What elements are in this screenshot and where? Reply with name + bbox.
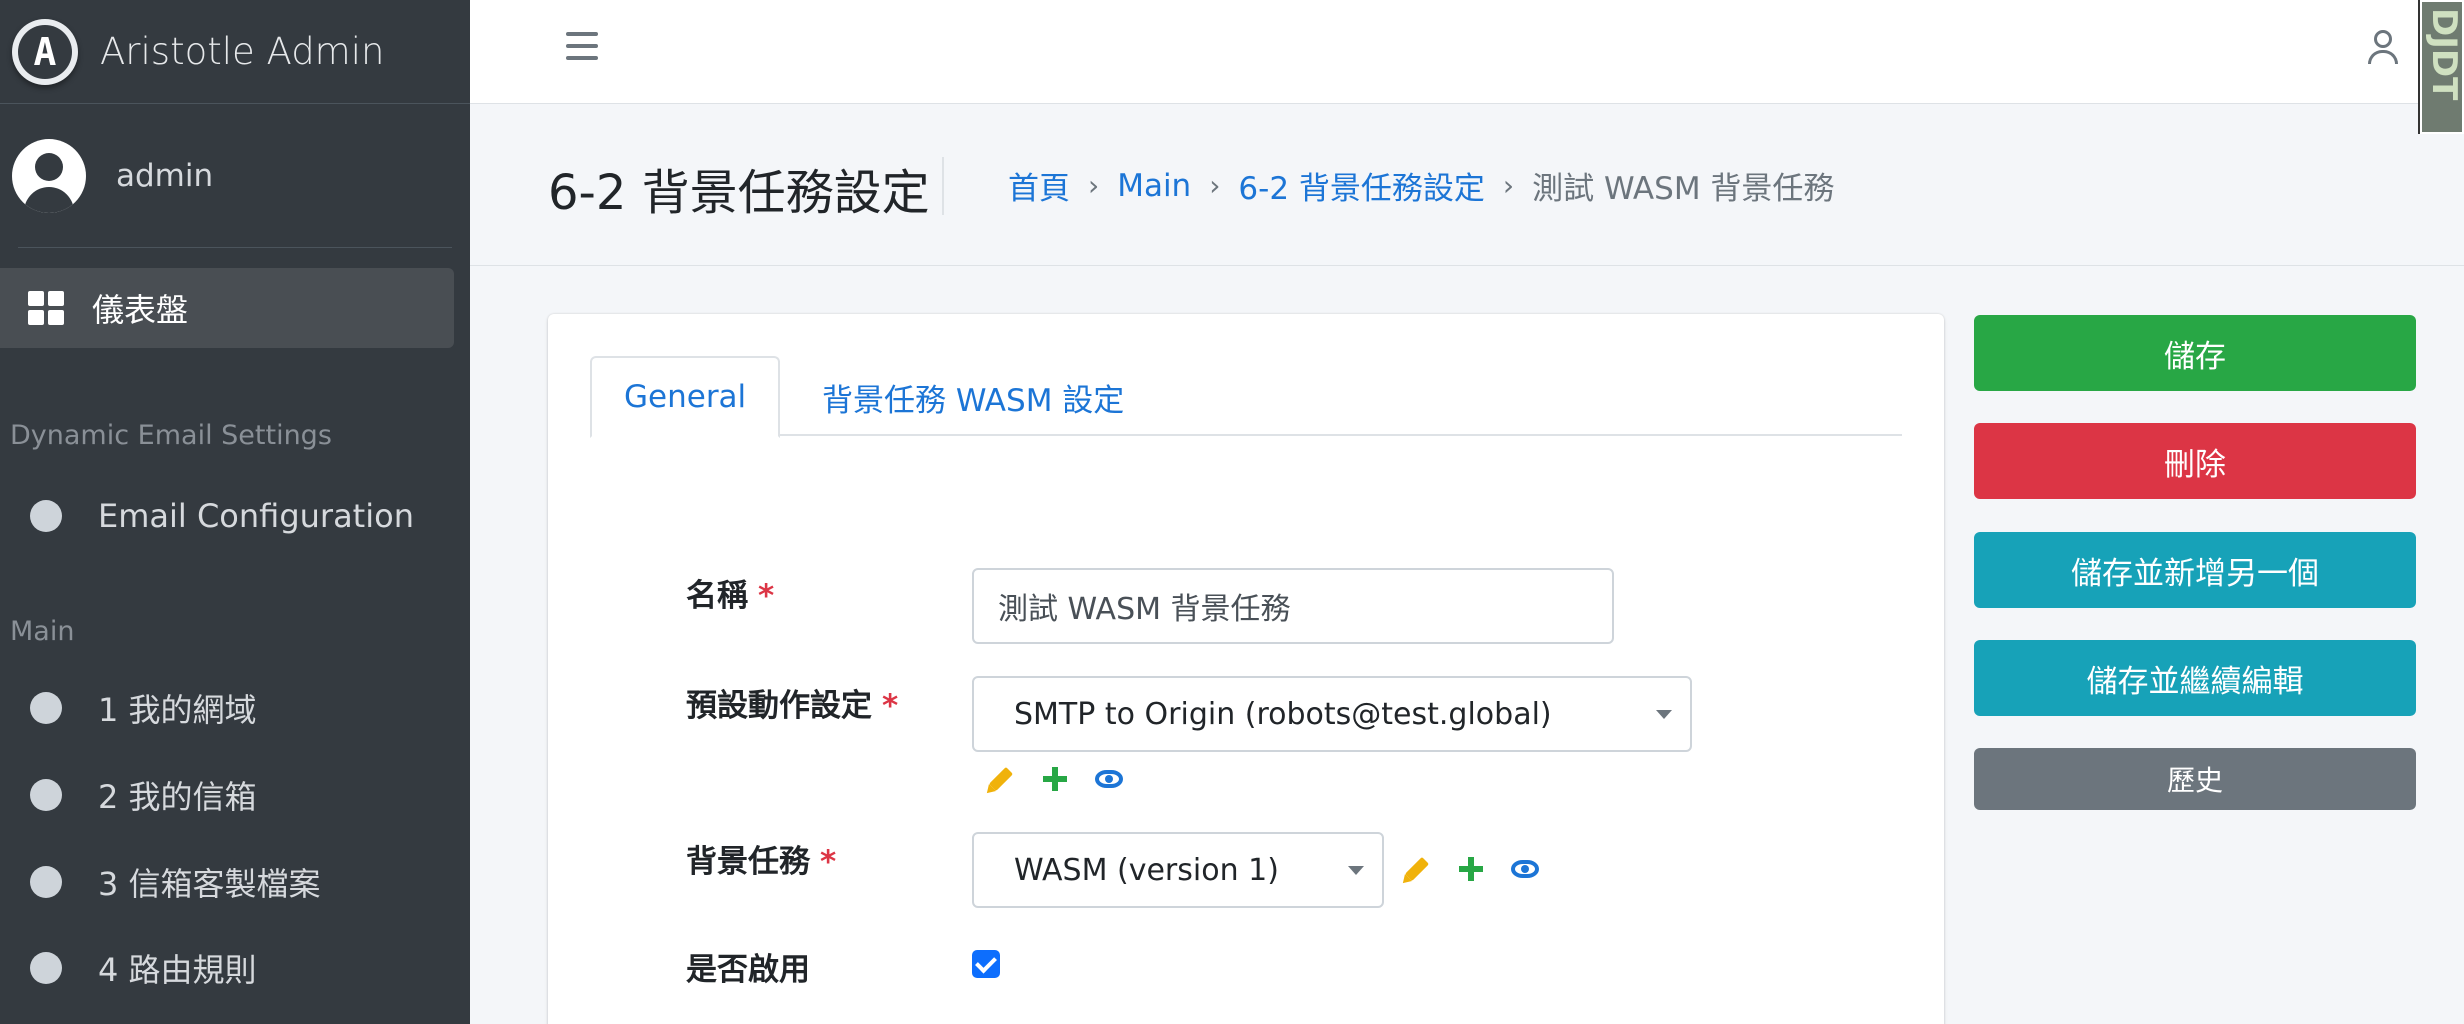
brand-logo-letter: A <box>18 24 72 79</box>
sidebar-item-mailboxes[interactable]: 2 我的信箱 <box>0 755 454 835</box>
tab-bar: General 背景任務 WASM 設定 <box>590 356 1902 438</box>
background-task-value: WASM (version 1) <box>1014 852 1279 888</box>
circle-icon <box>30 952 62 984</box>
sidebar-item-domains[interactable]: 1 我的網域 <box>0 668 454 748</box>
circle-icon <box>30 779 62 811</box>
sidebar-item-label: 儀表盤 <box>92 291 189 329</box>
sidebar: A Aristotle Admin admin 儀表盤 Dynamic Emai… <box>0 0 470 1024</box>
required-mark: * <box>882 688 899 724</box>
breadcrumb-home[interactable]: 首頁 <box>1008 163 1070 208</box>
breadcrumb-section[interactable]: 6-2 背景任務設定 <box>1238 163 1485 208</box>
eye-icon[interactable] <box>1092 762 1126 796</box>
circle-icon <box>30 500 62 532</box>
default-action-value: SMTP to Origin (robots@test.global) <box>1014 696 1552 732</box>
save-button[interactable]: 儲存 <box>1974 315 2416 391</box>
save-and-continue-button[interactable]: 儲存並繼續編輯 <box>1974 640 2416 716</box>
sidebar-item-mailbox-files[interactable]: 3 信箱客製檔案 <box>0 842 454 922</box>
enabled-checkbox[interactable] <box>972 950 1000 978</box>
breadcrumb-separator: › <box>1088 169 1100 202</box>
background-task-label: 背景任務 * <box>686 844 837 880</box>
name-input[interactable] <box>972 568 1614 644</box>
tab-wasm-settings[interactable]: 背景任務 WASM 設定 <box>798 356 1148 438</box>
form-card: General 背景任務 WASM 設定 名稱* 預設動作設定* SMTP to… <box>548 314 1944 1024</box>
eye-icon[interactable] <box>1508 852 1542 886</box>
plus-icon[interactable] <box>1038 762 1072 796</box>
breadcrumb-separator: › <box>1502 169 1515 202</box>
sidebar-item-label: 4 路由規則 <box>98 951 257 989</box>
grid-icon <box>28 291 64 325</box>
default-action-select[interactable]: SMTP to Origin (robots@test.global) <box>972 676 1692 752</box>
sidebar-item-dashboard[interactable]: 儀表盤 <box>0 268 454 348</box>
plus-icon[interactable] <box>1454 852 1488 886</box>
enabled-label: 是否啟用 <box>686 952 810 988</box>
menu-icon[interactable] <box>566 32 598 60</box>
sidebar-header-main: Main <box>10 616 75 647</box>
title-divider <box>942 157 944 215</box>
save-and-add-another-button[interactable]: 儲存並新增另一個 <box>1974 532 2416 608</box>
circle-icon <box>30 866 62 898</box>
page-title: 6-2 背景任務設定 <box>548 165 930 221</box>
brand-link[interactable]: A Aristotle Admin <box>0 0 470 104</box>
user-panel[interactable]: admin <box>12 104 452 248</box>
breadcrumb-separator: › <box>1209 169 1221 202</box>
breadcrumb: 首頁 › Main › 6-2 背景任務設定 › 測試 WASM 背景任務 <box>1008 163 1834 208</box>
top-navbar: DJDT <box>470 0 2464 134</box>
brand-name: Aristotle Admin <box>100 30 385 73</box>
pencil-icon[interactable] <box>984 762 1018 796</box>
avatar <box>12 138 86 213</box>
user-name: admin <box>116 157 214 194</box>
breadcrumb-main[interactable]: Main <box>1117 168 1191 204</box>
sidebar-item-email-configuration[interactable]: Email Configuration <box>0 476 454 556</box>
chevron-down-icon <box>1348 866 1364 875</box>
pencil-icon[interactable] <box>1400 852 1434 886</box>
brand-logo: A <box>12 18 78 85</box>
history-button[interactable]: 歷史 <box>1974 748 2416 810</box>
circle-icon <box>30 692 62 724</box>
breadcrumb-current: 測試 WASM 背景任務 <box>1532 171 1835 207</box>
content-header: 6-2 背景任務設定 首頁 › Main › 6-2 背景任務設定 › 測試 W… <box>470 105 2464 266</box>
sidebar-item-label: Email Configuration <box>98 497 414 535</box>
sidebar-item-label: 2 我的信箱 <box>98 778 257 816</box>
background-task-select[interactable]: WASM (version 1) <box>972 832 1384 908</box>
sidebar-item-label: 1 我的網域 <box>98 691 257 729</box>
user-icon[interactable] <box>2366 30 2400 66</box>
sidebar-item-routing-rules[interactable]: 4 路由規則 <box>0 928 454 1008</box>
chevron-down-icon <box>1656 710 1672 719</box>
sidebar-header-email: Dynamic Email Settings <box>10 420 332 451</box>
sidebar-item-label: 3 信箱客製檔案 <box>98 865 321 903</box>
delete-button[interactable]: 刪除 <box>1974 423 2416 499</box>
required-mark: * <box>758 578 775 614</box>
tab-general[interactable]: General <box>590 356 781 438</box>
name-label: 名稱 * <box>686 578 775 614</box>
default-action-label: 預設動作設定 * <box>686 688 899 724</box>
required-mark: * <box>820 844 837 880</box>
